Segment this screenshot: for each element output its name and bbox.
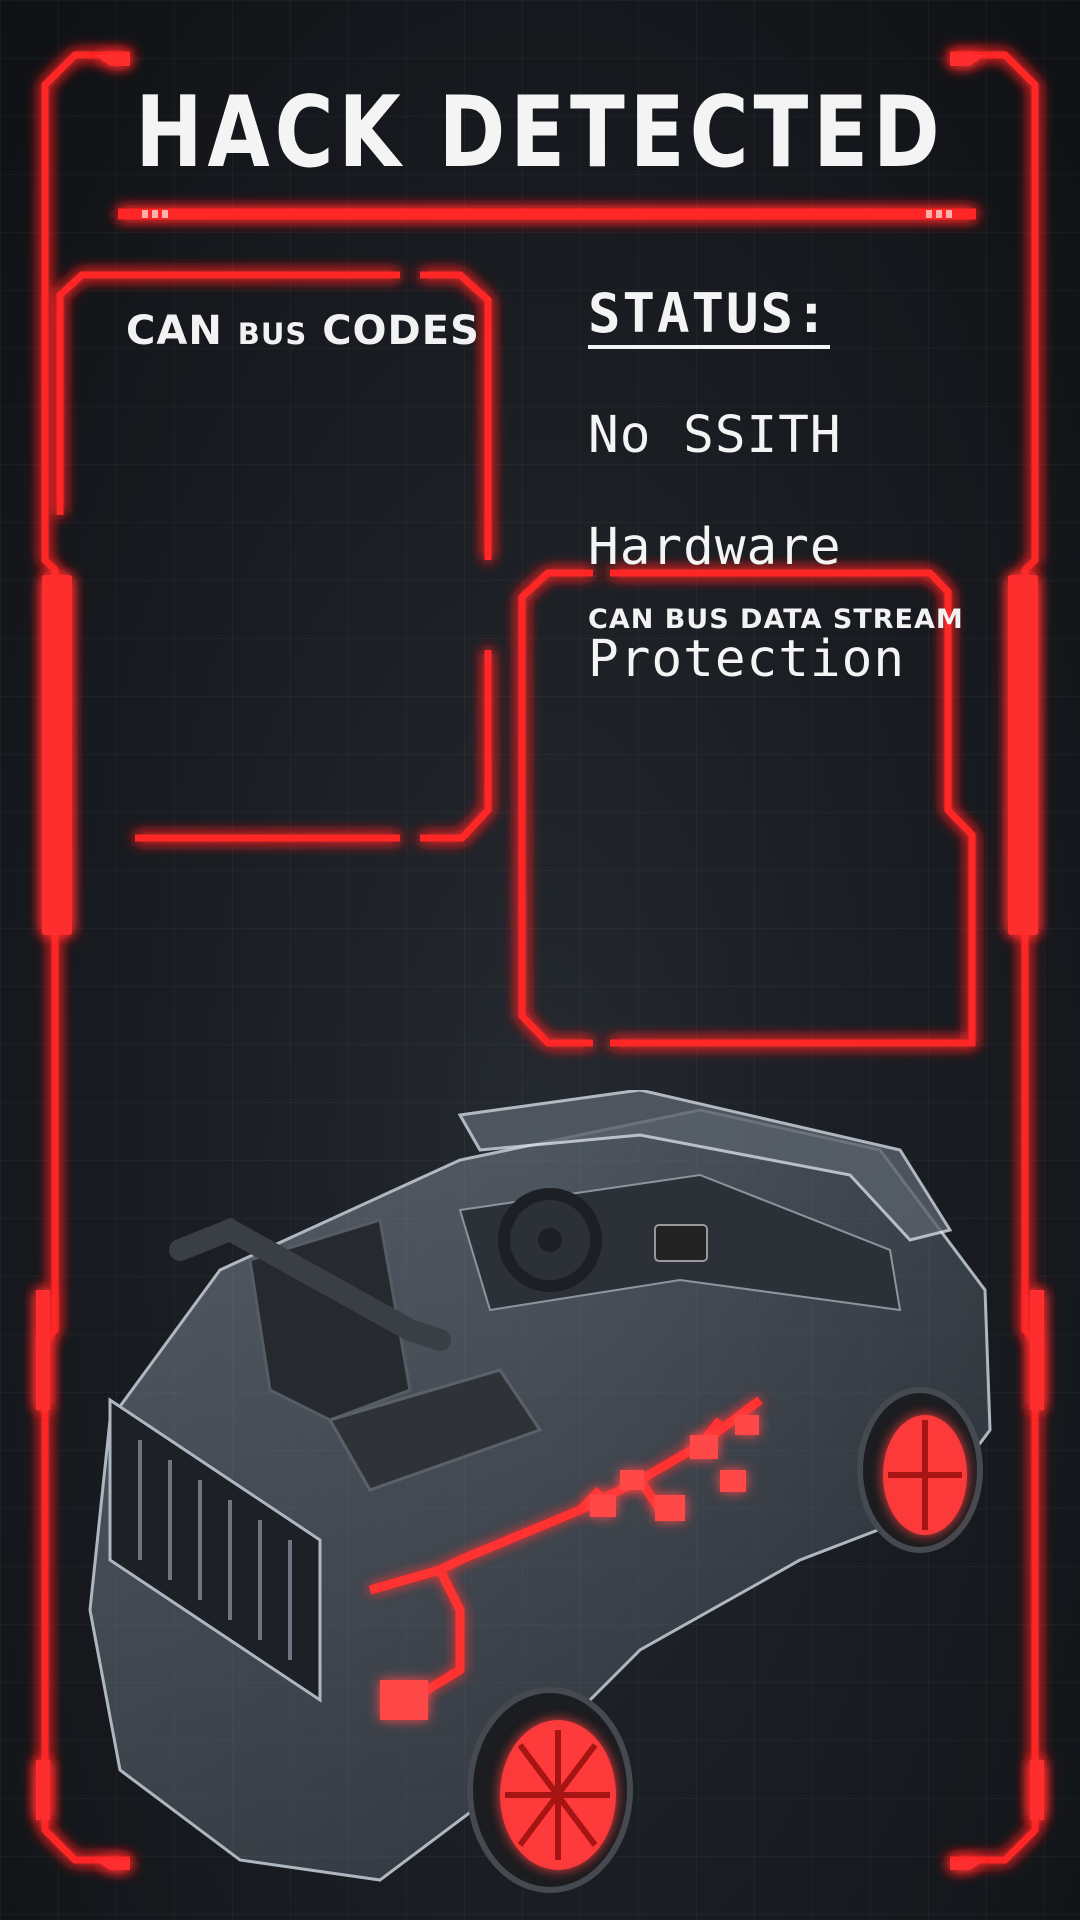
page-title: HACK DETECTED	[135, 76, 945, 190]
status-message: No SSITH Hardware Protection	[588, 352, 1038, 744]
can-codes-title-end: CODES	[307, 308, 480, 354]
data-stream-panel-title: CAN BUS DATA STREAM	[588, 604, 964, 635]
can-codes-panel-title: CAN BUS CODES	[126, 308, 480, 354]
status-label: STATUS:	[588, 285, 830, 349]
status-line-1: No SSITH	[588, 406, 842, 465]
status-line-2: Hardware	[588, 518, 842, 577]
can-codes-title-small: BUS	[237, 317, 308, 351]
status-line-3: Protection	[588, 630, 906, 689]
car-xray-icon	[88, 1090, 992, 1893]
can-codes-title-main: CAN	[126, 308, 238, 354]
hack-alert-screen: HACK DETECTED CAN BUS CODES STATUS: No S…	[0, 0, 1080, 1920]
